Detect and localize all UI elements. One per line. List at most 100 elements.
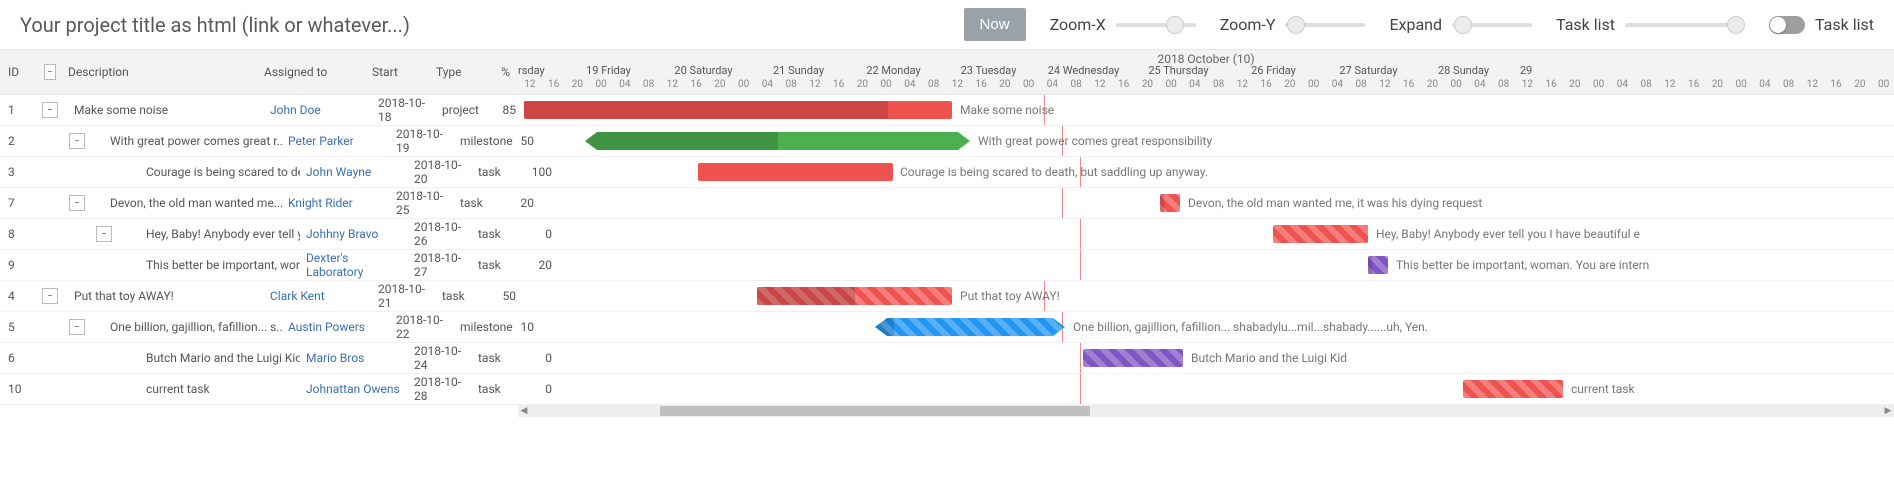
scroll-left-icon[interactable]: ◀ (518, 406, 530, 416)
hour-tick: 00 (1872, 79, 1894, 90)
tasklist-slider[interactable] (1625, 23, 1745, 27)
hour-tick: 04 (1468, 79, 1492, 90)
hour-tick: 08 (1064, 79, 1088, 90)
collapse-all[interactable]: − (44, 64, 56, 80)
expand-toggle[interactable]: − (69, 133, 85, 149)
gantt-bar[interactable] (585, 132, 970, 150)
cell-description: Courage is being scared to dea... (140, 157, 300, 187)
hour-tick: 16 (969, 79, 993, 90)
hour-tick: 12 (946, 79, 970, 90)
bar-label: Devon, the old man wanted me, it was his… (1188, 196, 1482, 210)
table-row: 8−Hey, Baby! Anybody ever tell y...Johhn… (0, 219, 1894, 250)
hour-tick: 12 (518, 79, 542, 90)
cell-start: 2018-10-28 (408, 374, 472, 404)
cell-id: 4 (0, 281, 38, 311)
cell-description: Butch Mario and the Luigi Kid (140, 343, 300, 373)
day-header: 27 Saturday (1321, 64, 1416, 77)
hour-tick: 16 (1539, 79, 1563, 90)
cell-description: With great power comes great r... (104, 126, 282, 156)
expand-toggle[interactable]: − (42, 288, 58, 304)
col-header-description[interactable]: Description (62, 50, 258, 94)
gantt-bar[interactable] (524, 101, 952, 119)
gantt-bar[interactable] (757, 287, 952, 305)
scroll-right-icon[interactable]: ▶ (1882, 406, 1894, 416)
hour-tick: 04 (1611, 79, 1635, 90)
hour-tick: 08 (1207, 79, 1231, 90)
table-row: 9This better be important, woma...Dexter… (0, 250, 1894, 281)
hour-tick: 16 (684, 79, 708, 90)
assignee-link[interactable]: John Wayne (306, 165, 371, 179)
assignee-link[interactable]: Johhny Bravo (306, 227, 378, 241)
expand-slider[interactable] (1452, 23, 1532, 27)
expand-toggle[interactable]: − (69, 319, 85, 335)
tasklist-slider-label: Task list (1556, 15, 1615, 34)
assignee-link[interactable]: Peter Parker (288, 134, 354, 148)
assignee-link[interactable]: Johnattan Owens (306, 382, 400, 396)
cell-pct: 20 (530, 250, 560, 280)
day-header: 23 Tuesday (941, 64, 1036, 77)
scroll-thumb[interactable] (660, 406, 1090, 416)
today-line (1080, 343, 1081, 373)
assignee-link[interactable]: Austin Powers (288, 320, 365, 334)
tasklist-toggle-label: Task list (1815, 15, 1874, 34)
zoom-y-slider[interactable] (1285, 23, 1365, 27)
hour-tick: 00 (1302, 79, 1326, 90)
cell-pct: 0 (530, 374, 560, 404)
table-row: 6Butch Mario and the Luigi KidMario Bros… (0, 343, 1894, 374)
table-row: 4−Put that toy AWAY!Clark Kent2018-10-21… (0, 281, 1894, 312)
timeline-cell: current task (560, 374, 1894, 404)
expand-toggle[interactable]: − (96, 226, 112, 242)
cell-type: milestone (454, 126, 512, 156)
gantt-bar[interactable] (1368, 256, 1388, 274)
gantt-bar[interactable] (1160, 194, 1180, 212)
cell-id: 10 (0, 374, 38, 404)
cell-type: task (472, 157, 530, 187)
gantt-bar[interactable] (1463, 380, 1563, 398)
hour-tick: 12 (1231, 79, 1255, 90)
hour-tick: 04 (1326, 79, 1350, 90)
hour-tick: 00 (1017, 79, 1041, 90)
gantt-bar[interactable] (875, 318, 1065, 336)
timeline-cell: Butch Mario and the Luigi Kid (560, 343, 1894, 373)
assignee-link[interactable]: Dexter's Laboratory (306, 251, 402, 279)
bar-label: One billion, gajillion, fafillion... sha… (1073, 320, 1428, 334)
cell-start: 2018-10-24 (408, 343, 472, 373)
col-header-id[interactable]: ID (0, 50, 38, 94)
hour-tick: 08 (637, 79, 661, 90)
assignee-link[interactable]: Mario Bros (306, 351, 364, 365)
hour-tick: 04 (756, 79, 780, 90)
table-row: 2−With great power comes great r...Peter… (0, 126, 1894, 157)
cell-start: 2018-10-25 (390, 188, 454, 218)
bar-label: current task (1571, 382, 1635, 396)
assignee-link[interactable]: Clark Kent (270, 289, 325, 303)
gantt-bar[interactable] (1273, 225, 1368, 243)
today-line (1080, 219, 1081, 249)
col-header-assigned[interactable]: Assigned to (258, 50, 366, 94)
expand-toggle[interactable]: − (69, 195, 85, 211)
col-header-start[interactable]: Start (366, 50, 430, 94)
zoom-x-slider[interactable] (1116, 23, 1196, 27)
hour-tick: 16 (1682, 79, 1706, 90)
assignee-link[interactable]: Knight Rider (288, 196, 353, 210)
assignee-link[interactable]: John Doe (270, 103, 321, 117)
today-line (1062, 188, 1063, 218)
day-header: 25 Thursday (1131, 64, 1226, 77)
cell-description: This better be important, woma... (140, 250, 300, 280)
gantt-bar[interactable] (1083, 349, 1183, 367)
col-header-pct[interactable]: % (488, 50, 518, 94)
tasklist-toggle[interactable] (1769, 16, 1805, 34)
cell-id: 3 (0, 157, 38, 187)
col-header-type[interactable]: Type (430, 50, 488, 94)
scroll-track[interactable] (530, 405, 1882, 417)
expand-toggle[interactable]: − (42, 102, 58, 118)
bar-label: With great power comes great responsibil… (978, 134, 1212, 148)
now-button[interactable]: Now (964, 8, 1026, 41)
cell-start: 2018-10-19 (390, 126, 454, 156)
cell-type: task (436, 281, 494, 311)
hour-tick: 08 (1349, 79, 1373, 90)
cell-id: 7 (0, 188, 38, 218)
cell-pct: 10 (512, 312, 542, 342)
cell-description: Put that toy AWAY! (68, 281, 264, 311)
gantt-bar[interactable] (698, 163, 893, 181)
timeline-cell: With great power comes great responsibil… (542, 126, 1894, 156)
